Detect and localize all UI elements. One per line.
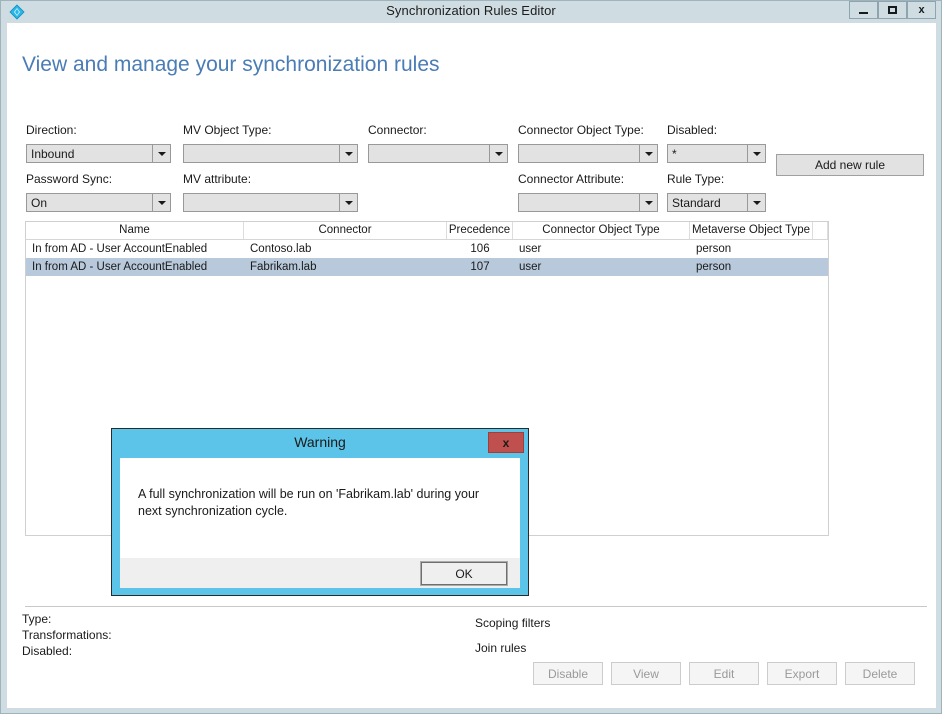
dialog-footer: OK (120, 558, 520, 588)
dialog-ok-button[interactable]: OK (421, 562, 507, 585)
detail-link-join-rules[interactable]: Join rules (475, 636, 550, 661)
chevron-down-icon[interactable] (489, 145, 507, 162)
application-window: Synchronization Rules Editor x View and … (0, 0, 942, 714)
title-bar: Synchronization Rules Editor x (1, 1, 941, 23)
label-disabled: Disabled: (667, 123, 718, 137)
chevron-down-icon[interactable] (339, 194, 357, 211)
cell-name: In from AD - User AccountEnabled (32, 243, 208, 255)
mv-attribute-dropdown[interactable] (183, 193, 358, 212)
window-title: Synchronization Rules Editor (386, 3, 556, 18)
detail-label-type: Type: (22, 612, 52, 626)
cell-precedence: 107 (470, 261, 490, 273)
direction-dropdown[interactable]: Inbound (26, 144, 171, 163)
client-area: View and manage your synchronization rul… (7, 23, 936, 708)
table-row[interactable]: In from AD - User AccountEnabled Contoso… (26, 240, 828, 258)
label-rule-type: Rule Type: (667, 172, 725, 186)
dialog-body: A full synchronization will be run on 'F… (120, 458, 520, 558)
details-divider (25, 606, 927, 607)
delete-button[interactable]: Delete (845, 662, 915, 685)
dialog-message: A full synchronization will be run on 'F… (138, 487, 480, 518)
chevron-down-icon[interactable] (747, 145, 765, 162)
edit-button[interactable]: Edit (689, 662, 759, 685)
connector-object-type-dropdown[interactable] (518, 144, 658, 163)
label-connector-attribute: Connector Attribute: (518, 172, 625, 186)
column-header-filler (813, 222, 828, 239)
password-sync-value: On (31, 195, 48, 210)
minimize-button[interactable] (849, 1, 878, 19)
detail-label-transformations: Transformations: (22, 628, 112, 642)
label-mv-object-type: MV Object Type: (183, 123, 272, 137)
dialog-close-button[interactable]: x (488, 432, 524, 453)
disabled-value: * (672, 146, 677, 161)
column-header-connector-object-type[interactable]: Connector Object Type (513, 222, 690, 239)
cell-name: In from AD - User AccountEnabled (32, 261, 208, 273)
window-controls: x (849, 1, 936, 19)
column-header-name[interactable]: Name (26, 222, 244, 239)
disabled-dropdown[interactable]: * (667, 144, 766, 163)
maximize-button[interactable] (878, 1, 907, 19)
cell-metaverse-object-type: person (696, 243, 732, 255)
chevron-down-icon[interactable] (639, 145, 657, 162)
table-row[interactable]: In from AD - User AccountEnabled Fabrika… (26, 258, 828, 276)
cell-connector-object-type: user (519, 243, 542, 255)
column-header-precedence[interactable]: Precedence (447, 222, 513, 239)
chevron-down-icon[interactable] (152, 145, 170, 162)
label-connector-object-type: Connector Object Type: (518, 123, 644, 137)
dialog-title: Warning (294, 434, 346, 450)
page-title: View and manage your synchronization rul… (22, 53, 440, 76)
add-new-rule-button[interactable]: Add new rule (776, 154, 924, 176)
rule-type-value: Standard (672, 195, 721, 210)
column-header-metaverse-object-type[interactable]: Metaverse Object Type (690, 222, 813, 239)
label-password-sync: Password Sync: (26, 172, 113, 186)
label-connector: Connector: (368, 123, 427, 137)
cell-connector-object-type: user (519, 261, 542, 273)
close-button[interactable]: x (907, 1, 936, 19)
connector-attribute-dropdown[interactable] (518, 193, 658, 212)
direction-value: Inbound (31, 146, 75, 161)
label-direction: Direction: (26, 123, 77, 137)
mv-object-type-dropdown[interactable] (183, 144, 358, 163)
rule-type-dropdown[interactable]: Standard (667, 193, 766, 212)
cell-connector: Fabrikam.lab (250, 261, 317, 273)
details-right-links: Scoping filters Join rules (475, 611, 550, 661)
cell-metaverse-object-type: person (696, 261, 732, 273)
connector-dropdown[interactable] (368, 144, 508, 163)
cell-connector: Contoso.lab (250, 243, 312, 255)
label-mv-attribute: MV attribute: (183, 172, 252, 186)
warning-dialog: Warning x A full synchronization will be… (111, 428, 529, 596)
chevron-down-icon[interactable] (152, 194, 170, 211)
column-header-connector[interactable]: Connector (244, 222, 447, 239)
view-button[interactable]: View (611, 662, 681, 685)
chevron-down-icon[interactable] (747, 194, 765, 211)
password-sync-dropdown[interactable]: On (26, 193, 171, 212)
footer-button-bar: Disable View Edit Export Delete (533, 662, 915, 685)
detail-label-disabled: Disabled: (22, 644, 73, 658)
chevron-down-icon[interactable] (639, 194, 657, 211)
chevron-down-icon[interactable] (339, 145, 357, 162)
details-left-labels: Type: Transformations: Disabled: (22, 611, 112, 659)
detail-link-scoping-filters[interactable]: Scoping filters (475, 611, 550, 636)
table-header-row: Name Connector Precedence Connector Obje… (26, 222, 828, 240)
disable-button[interactable]: Disable (533, 662, 603, 685)
cell-precedence: 106 (470, 243, 490, 255)
export-button[interactable]: Export (767, 662, 837, 685)
